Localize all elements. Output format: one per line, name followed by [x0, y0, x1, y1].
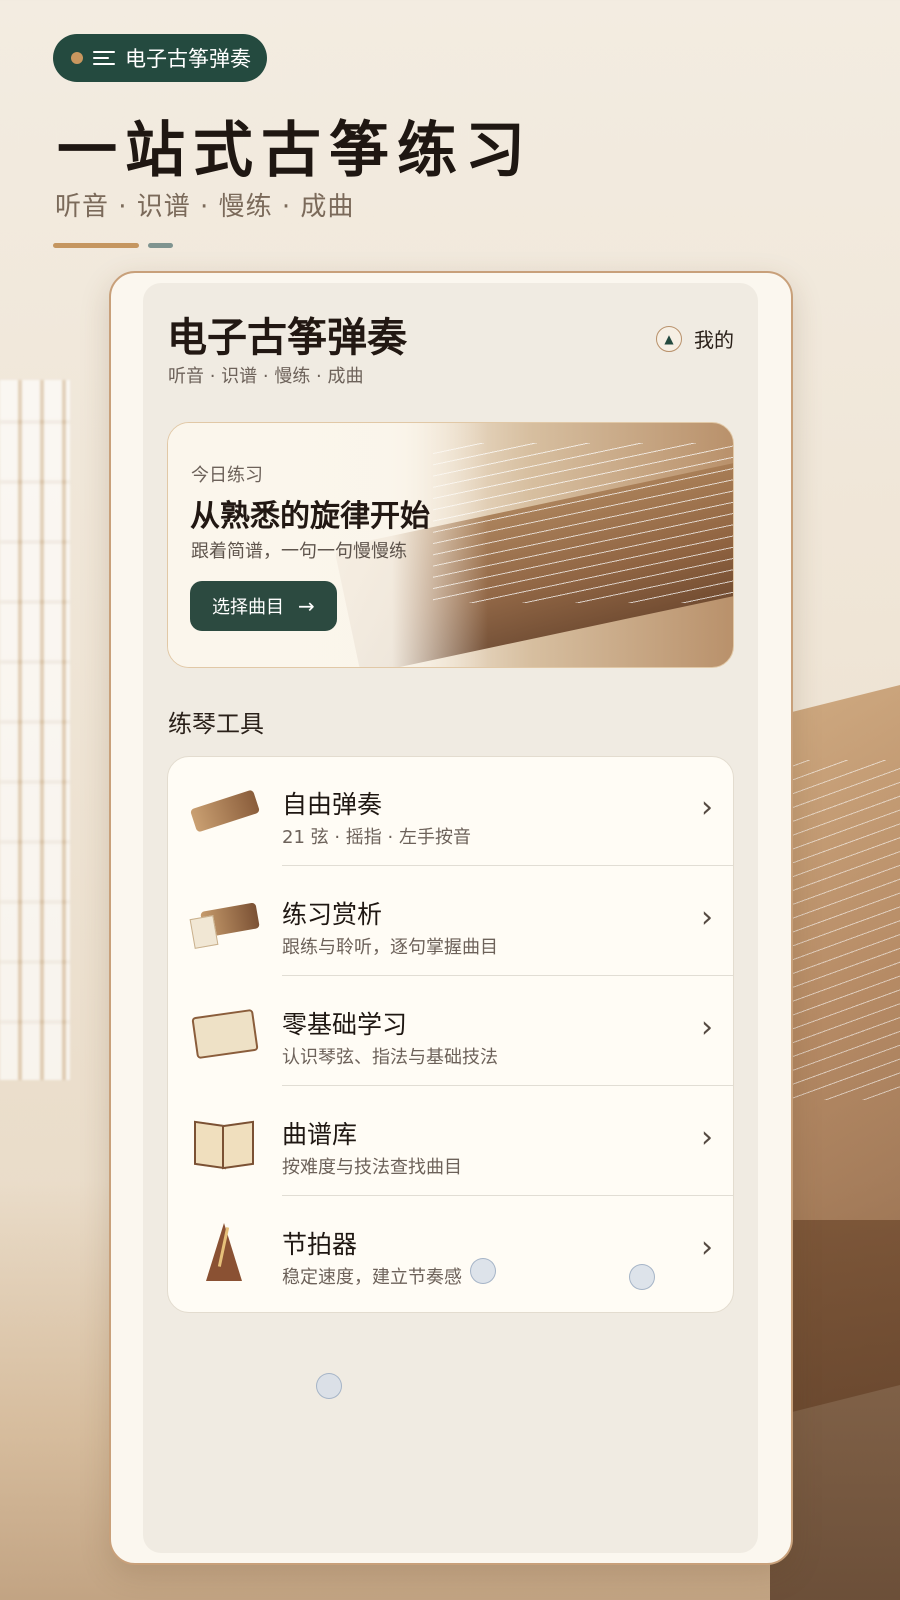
divider [282, 864, 733, 866]
profile-icon: ▲ [656, 325, 682, 352]
tool-item-practice[interactable]: 练习赏析 跟练与聆听，逐句掌握曲目 › [168, 867, 733, 976]
select-song-button[interactable]: 选择曲目 → [190, 581, 337, 631]
tool-desc: 跟练与聆听，逐句掌握曲目 [282, 937, 498, 958]
tool-name: 曲谱库 [282, 1120, 358, 1149]
tools-list: 自由弹奏 21 弦 · 摇指 · 左手按音 › 练习赏析 跟练与聆听，逐句掌握曲… [167, 756, 734, 1313]
tool-desc: 认识琴弦、指法与基础技法 [282, 1047, 498, 1068]
app-subtitle: 听音 · 识谱 · 慢练 · 成曲 [168, 366, 364, 387]
tool-desc: 21 弦 · 摇指 · 左手按音 [282, 827, 471, 848]
decorative-bar-gray [148, 243, 173, 248]
guzheng-icon [188, 779, 261, 845]
chevron-right-icon: › [701, 1010, 713, 1045]
background-strings [780, 760, 900, 1100]
scroll-brush-icon [188, 999, 259, 1065]
hero-title: 一站式古筝练习 [57, 116, 533, 186]
metronome-icon [188, 1219, 258, 1285]
touch-marker [470, 1258, 496, 1284]
divider [282, 1194, 733, 1196]
touch-marker [629, 1264, 655, 1290]
tools-section-title: 练琴工具 [168, 710, 264, 738]
tool-name: 练习赏析 [282, 900, 383, 929]
app-name-pill: 电子古筝弹奏 [53, 34, 267, 82]
practice-banner: 今日练习 从熟悉的旋律开始 跟着简谱，一句一句慢慢练 选择曲目 → [167, 422, 734, 668]
menu-icon [93, 51, 115, 65]
chevron-right-icon: › [701, 1230, 713, 1265]
tool-item-free-play[interactable]: 自由弹奏 21 弦 · 摇指 · 左手按音 › [168, 757, 733, 866]
guzheng-sound-icon [188, 889, 260, 955]
divider [282, 1084, 733, 1086]
chevron-right-icon: › [701, 790, 713, 825]
banner-title: 从熟悉的旋律开始 [190, 499, 430, 534]
tool-name: 零基础学习 [282, 1010, 408, 1039]
tool-item-score-library[interactable]: 曲谱库 按难度与技法查找曲目 › [168, 1087, 733, 1196]
arrow-right-icon: → [298, 594, 315, 618]
divider [282, 974, 733, 976]
background-window [0, 380, 70, 1080]
select-song-label: 选择曲目 [212, 597, 284, 618]
tool-desc: 稳定速度，建立节奏感 [282, 1267, 462, 1288]
banner-kicker: 今日练习 [191, 465, 263, 486]
decorative-bar-gold [53, 243, 139, 248]
app-name-label: 电子古筝弹奏 [125, 47, 251, 71]
dot-icon [71, 52, 83, 64]
tool-item-beginner[interactable]: 零基础学习 认识琴弦、指法与基础技法 › [168, 977, 733, 1086]
me-label: 我的 [694, 328, 734, 352]
tool-name: 节拍器 [282, 1230, 358, 1259]
tool-name: 自由弹奏 [282, 790, 383, 819]
chevron-right-icon: › [701, 1120, 713, 1155]
app-title: 电子古筝弹奏 [167, 314, 407, 361]
tool-item-metronome[interactable]: 节拍器 稳定速度，建立节奏感 › [168, 1197, 733, 1306]
hero-subtitle: 听音 · 识谱 · 慢练 · 成曲 [55, 192, 355, 222]
me-button[interactable]: ▲ 我的 [656, 324, 734, 353]
banner-description: 跟着简谱，一句一句慢慢练 [191, 541, 407, 562]
tool-desc: 按难度与技法查找曲目 [282, 1157, 462, 1178]
chevron-right-icon: › [701, 900, 713, 935]
touch-marker [316, 1373, 342, 1399]
book-icon [188, 1109, 258, 1175]
